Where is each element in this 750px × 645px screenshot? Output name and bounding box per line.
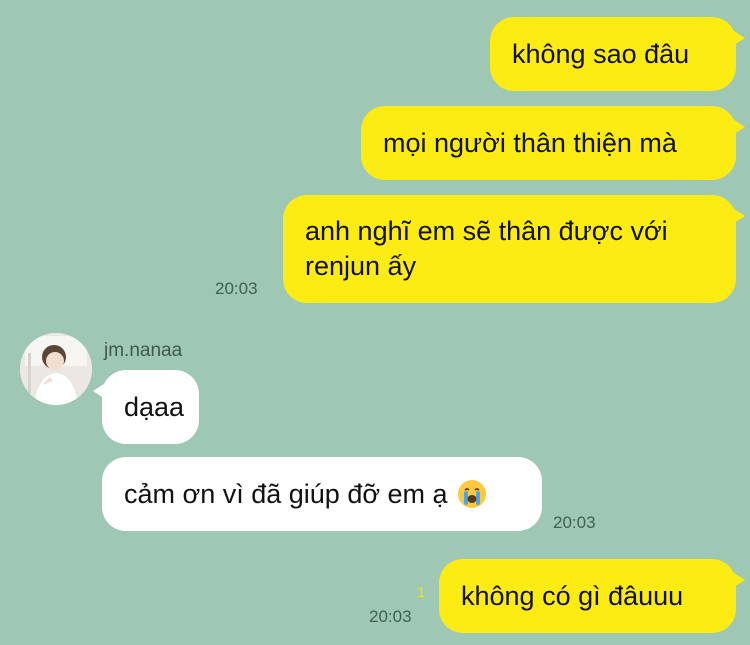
avatar-image	[20, 333, 92, 405]
contact-avatar[interactable]	[20, 333, 92, 405]
message-text: mọi người thân thiện mà	[383, 127, 677, 158]
message-time: 20:03	[215, 279, 258, 298]
message-time: 20:03	[553, 513, 596, 532]
message-text: không sao đâu	[512, 38, 690, 69]
message-time: 20:03	[369, 607, 412, 626]
outgoing-message[interactable]: anh nghĩ em sẽ thân được với renjun ấy	[283, 195, 745, 303]
message-text: dạaa	[124, 391, 185, 422]
incoming-message[interactable]: dạaa	[93, 370, 199, 444]
crying-face-emoji-icon	[457, 480, 486, 508]
outgoing-message[interactable]: mọi người thân thiện mà	[361, 106, 745, 180]
message-text-line: anh nghĩ em sẽ thân được với	[305, 216, 668, 246]
unread-count: 1	[417, 584, 426, 601]
outgoing-message[interactable]: không sao đâu	[490, 17, 745, 91]
sender-name: jm.nanaa	[104, 340, 183, 361]
message-text-line: renjun ấy	[305, 251, 417, 281]
outgoing-message[interactable]: không có gì đâuuu	[439, 559, 745, 633]
message-text: cảm ơn vì đã giúp đỡ em ạ	[124, 478, 448, 509]
incoming-message[interactable]: cảm ơn vì đã giúp đỡ em ạ	[102, 457, 542, 531]
message-text: không có gì đâuuu	[461, 580, 684, 611]
